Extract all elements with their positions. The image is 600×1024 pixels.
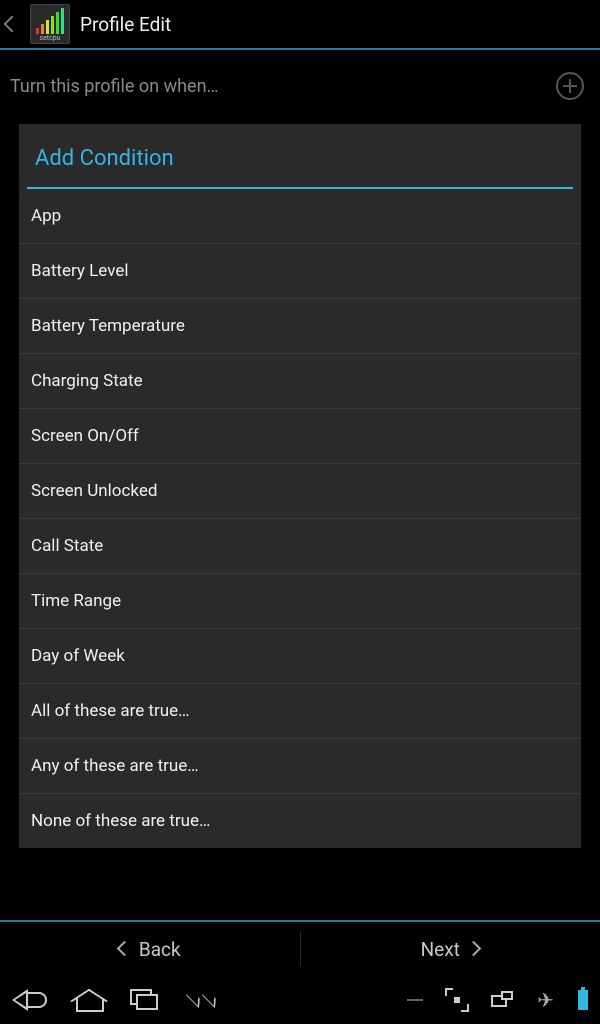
system-navbar: ✈ — [0, 976, 600, 1024]
app-icon[interactable]: setcpu — [30, 4, 70, 44]
condition-option[interactable]: None of these are true… — [19, 794, 581, 848]
app-icon-bar — [56, 12, 59, 34]
footer-bar: Back Next — [0, 920, 600, 976]
add-condition-icon[interactable] — [556, 72, 584, 100]
nav-home-icon[interactable] — [74, 988, 106, 1012]
app-icon-bar — [51, 16, 54, 34]
page-title: Profile Edit — [80, 13, 171, 36]
condition-option[interactable]: Call State — [19, 519, 581, 574]
condition-option[interactable]: Time Range — [19, 574, 581, 629]
condition-option[interactable]: All of these are true… — [19, 684, 581, 739]
status-minimize-icon — [407, 999, 423, 1001]
action-bar: setcpu Profile Edit — [0, 0, 600, 48]
app-icon-bar — [46, 20, 49, 34]
status-cast-icon — [491, 991, 513, 1009]
condition-option[interactable]: Screen On/Off — [19, 409, 581, 464]
chevron-left-icon — [119, 943, 131, 955]
condition-option[interactable]: Day of Week — [19, 629, 581, 684]
status-airplane-icon: ✈ — [537, 988, 554, 1012]
add-condition-dialog: Add Condition AppBattery LevelBattery Te… — [19, 124, 581, 848]
condition-subheader: Turn this profile on when… — [0, 50, 600, 110]
status-focus-icon — [447, 990, 467, 1010]
condition-option[interactable]: Battery Temperature — [19, 299, 581, 354]
back-button[interactable]: Back — [0, 922, 300, 976]
app-icon-label: setcpu — [39, 34, 60, 42]
condition-option[interactable]: Any of these are true… — [19, 739, 581, 794]
next-button-label: Next — [421, 938, 460, 961]
nav-recent-icon[interactable] — [130, 989, 160, 1011]
condition-option[interactable]: Battery Level — [19, 244, 581, 299]
back-button-label: Back — [139, 938, 181, 961]
up-caret-icon[interactable] — [4, 16, 14, 32]
nav-back-icon[interactable] — [12, 988, 50, 1012]
app-icon-bars — [36, 8, 64, 34]
status-battery-icon — [578, 990, 588, 1010]
nav-expand-icon[interactable] — [184, 990, 220, 1010]
condition-option[interactable]: Charging State — [19, 354, 581, 409]
app-icon-bar — [61, 8, 64, 34]
condition-option[interactable]: Screen Unlocked — [19, 464, 581, 519]
dialog-title: Add Condition — [19, 124, 581, 187]
condition-list: AppBattery LevelBattery TemperatureCharg… — [19, 189, 581, 848]
condition-prompt: Turn this profile on when… — [10, 76, 219, 97]
app-icon-bar — [41, 24, 44, 34]
chevron-right-icon — [468, 943, 480, 955]
condition-option[interactable]: App — [19, 189, 581, 244]
next-button[interactable]: Next — [301, 922, 600, 976]
